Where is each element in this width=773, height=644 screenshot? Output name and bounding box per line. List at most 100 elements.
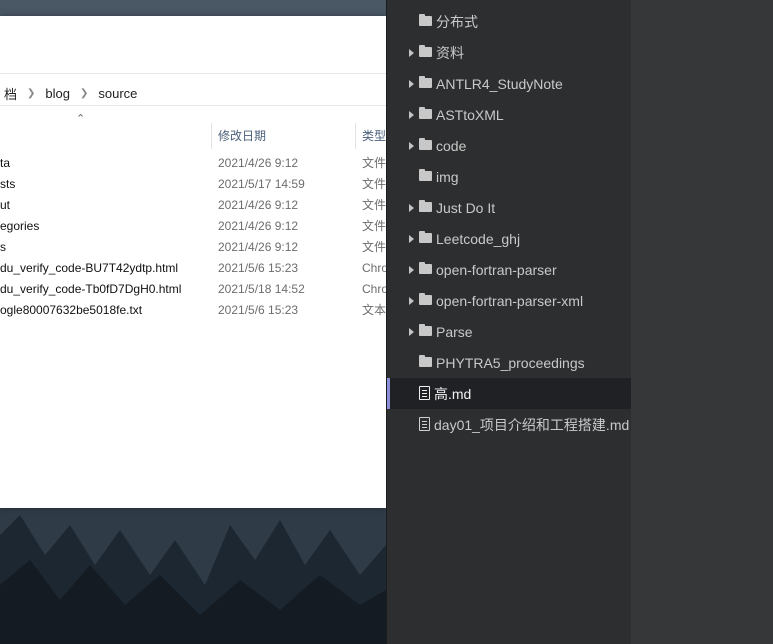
file-icon [419,386,430,400]
tree-item-label: PHYTRA5_proceedings [436,354,585,371]
tree-item-label: code [436,137,467,154]
file-date: 2021/5/6 15:23 [218,303,299,317]
tree-folder-parse[interactable]: Parse [387,316,631,347]
caret-right-icon[interactable] [409,79,414,88]
breadcrumb-item[interactable]: 档 [0,84,21,103]
address-bar[interactable]: 档 ❯ blog ❯ source [0,82,386,106]
tree-folder-img[interactable]: img [387,161,631,192]
folder-icon [419,76,432,88]
caret-right-icon[interactable] [409,296,414,305]
forest-silhouette [0,505,386,644]
explorer-ribbon [0,16,386,74]
tree-item-label: day01_项目介绍和工程搭建.md [434,416,630,433]
tree-item-label: 高.md [434,385,472,402]
caret-right-icon[interactable] [409,327,414,336]
file-row[interactable]: du_verify_code-BU7T42ydtp.html 2021/5/6 … [0,258,386,279]
file-icon [419,417,430,431]
file-name: du_verify_code-Tb0fD7DgH0.html [0,282,182,296]
active-indicator [387,378,390,409]
file-name: s [0,240,6,254]
folder-icon [419,355,432,367]
tree-folder-just-do-it[interactable]: Just Do It [387,192,631,223]
folder-icon [419,14,432,26]
caret-right-icon[interactable] [409,48,414,57]
file-name: sts [0,177,16,191]
file-name: ta [0,156,11,170]
column-header-date[interactable]: 修改日期 [211,123,266,149]
file-type: 文本 [362,303,386,317]
file-row[interactable]: egories 2021/4/26 9:12 文件 [0,216,386,237]
tree-item-label: ASTtoXML [436,106,504,123]
file-date: 2021/4/26 9:12 [218,198,299,212]
file-row[interactable]: ogle80007632be5018fe.txt 2021/5/6 15:23 … [0,300,386,321]
file-date: 2021/4/26 9:12 [218,240,299,254]
breadcrumb-item[interactable]: source [94,86,141,101]
chevron-right-icon: ❯ [79,88,89,99]
tree-folder-分布式[interactable]: 分布式 [387,6,631,37]
folder-icon [419,200,432,212]
column-header-type[interactable]: 类型 [355,123,386,149]
file-name: egories [0,219,40,233]
file-type: 文件 [362,177,386,191]
tree-folder-open-fortran-parser[interactable]: open-fortran-parser [387,254,631,285]
tree-file-day01[interactable]: day01_项目介绍和工程搭建.md [387,409,631,440]
tree-item-label: Just Do It [436,199,496,216]
tree-folder-leetcode[interactable]: Leetcode_ghj [387,223,631,254]
caret-right-icon[interactable] [409,141,414,150]
folder-icon [419,138,432,150]
tree-file-active[interactable]: 高.md [387,378,631,409]
chevron-right-icon: ❯ [27,88,36,99]
tree-folder-code[interactable]: code [387,130,631,161]
tree-folder-资料[interactable]: 资料 [387,37,631,68]
tree-item-label: open-fortran-parser-xml [436,292,584,309]
file-type: 文件 [362,156,386,170]
folder-icon [419,169,432,181]
file-type: 文件 [362,240,386,254]
folder-icon [419,231,432,243]
caret-right-icon[interactable] [409,234,414,243]
file-name: ogle80007632be5018fe.txt [0,303,143,317]
folder-icon [419,107,432,119]
file-date: 2021/5/6 15:23 [218,261,299,275]
sort-up-icon: ⌃ [76,112,86,125]
caret-right-icon[interactable] [409,203,414,212]
folder-icon [419,45,432,57]
file-type: Chro [362,261,386,275]
caret-right-icon[interactable] [409,265,414,274]
column-headers: ⌃ 修改日期 类型 [0,112,386,149]
tree-folder-phytra5[interactable]: PHYTRA5_proceedings [387,347,631,378]
tree-folder-antlr4[interactable]: ANTLR4_StudyNote [387,68,631,99]
file-date: 2021/5/18 14:52 [218,282,305,296]
file-date: 2021/5/17 14:59 [218,177,305,191]
folder-icon [419,262,432,274]
file-row[interactable]: ta 2021/4/26 9:12 文件 [0,153,386,174]
file-name: du_verify_code-BU7T42ydtp.html [0,261,179,275]
file-type: 文件 [362,198,386,212]
tree-item-label: Parse [436,323,473,340]
tree-folder-asttoxml[interactable]: ASTtoXML [387,99,631,130]
caret-right-icon[interactable] [409,110,414,119]
tree-item-label: open-fortran-parser [436,261,557,278]
tree-item-label: ANTLR4_StudyNote [436,75,563,92]
breadcrumb-item[interactable]: blog [41,86,74,101]
tree-item-label: 分布式 [436,13,478,30]
file-list: ta 2021/4/26 9:12 文件 sts 2021/5/17 14:59… [0,153,386,321]
file-row[interactable]: sts 2021/5/17 14:59 文件 [0,174,386,195]
file-type: Chro [362,282,386,296]
file-tree-sidebar: 分布式 资料 ANTLR4_StudyNote ASTtoXML code im… [386,0,631,644]
file-date: 2021/4/26 9:12 [218,156,299,170]
editor-pane[interactable] [631,0,773,644]
file-row[interactable]: ut 2021/4/26 9:12 文件 [0,195,386,216]
file-explorer-window: 档 ❯ blog ❯ source ⌃ 修改日期 类型 ta 2021/4/26… [0,16,386,508]
file-row[interactable]: du_verify_code-Tb0fD7DgH0.html 2021/5/18… [0,279,386,300]
tree-item-label: img [436,168,459,185]
file-name: ut [0,198,11,212]
tree-item-label: Leetcode_ghj [436,230,521,247]
tree-folder-open-fortran-parser-xml[interactable]: open-fortran-parser-xml [387,285,631,316]
file-type: 文件 [362,219,386,233]
folder-icon [419,293,432,305]
tree-item-label: 资料 [436,44,464,61]
file-date: 2021/4/26 9:12 [218,219,299,233]
folder-icon [419,324,432,336]
file-row[interactable]: s 2021/4/26 9:12 文件 [0,237,386,258]
